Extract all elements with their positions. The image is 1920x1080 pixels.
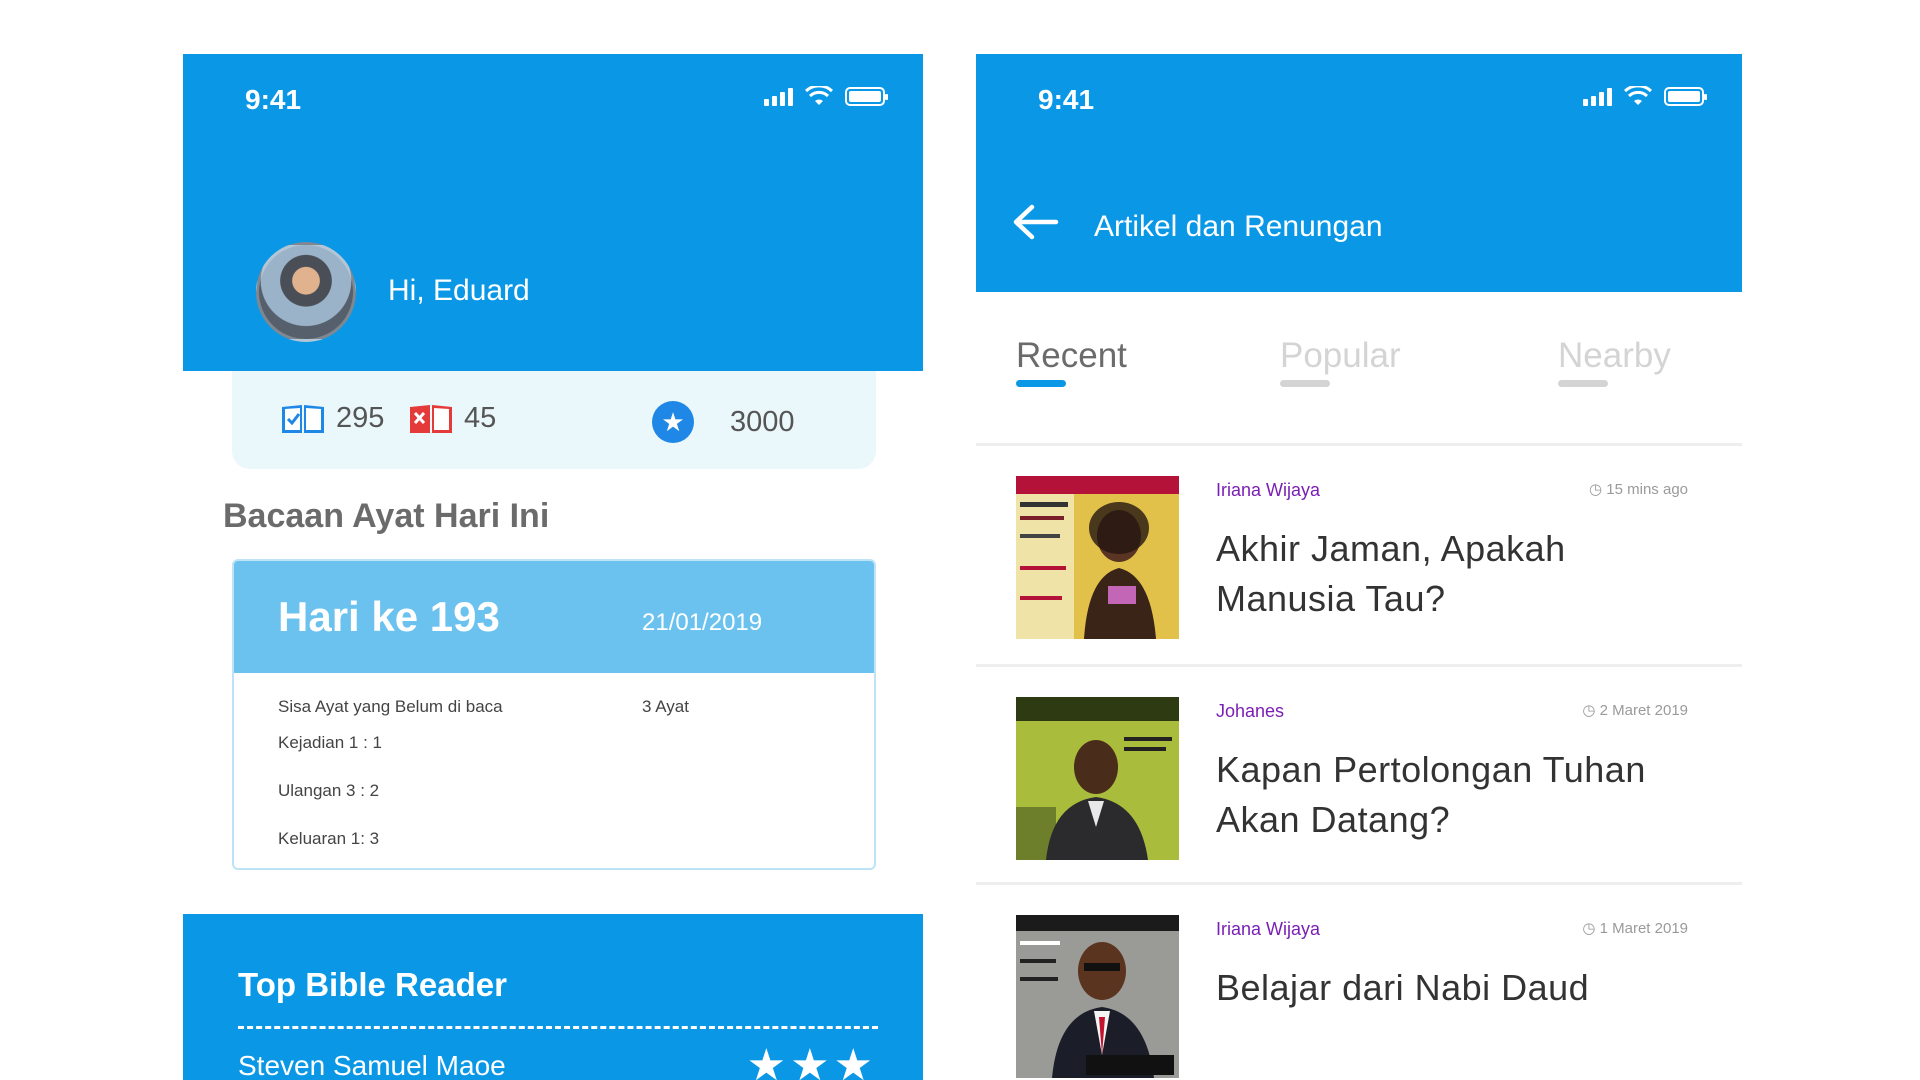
signal-icon bbox=[764, 86, 793, 106]
verse-item[interactable]: Keluaran 1: 3 bbox=[278, 829, 379, 849]
home-screen: 9:41 Hi, Eduard 295 45 ★ 3000 Bacaan Aya… bbox=[183, 54, 923, 1080]
book-x-icon bbox=[408, 401, 454, 435]
read-count: 295 bbox=[336, 401, 385, 434]
unread-stat[interactable]: 45 bbox=[408, 401, 496, 435]
articles-header: 9:41 Artikel dan Renungan bbox=[976, 54, 1742, 292]
rating-stars: ★★★ bbox=[746, 1041, 877, 1080]
magazine-biblestudy-cover-icon bbox=[1016, 697, 1179, 860]
top-reader-title: Top Bible Reader bbox=[238, 966, 507, 1003]
back-arrow-icon[interactable] bbox=[1010, 202, 1060, 242]
verse-item[interactable]: Ulangan 3 : 2 bbox=[278, 781, 379, 801]
page-title: Artikel dan Renungan bbox=[1094, 210, 1383, 243]
day-date: 21/01/2019 bbox=[642, 609, 763, 636]
reader-name[interactable]: Steven Samuel Maoe bbox=[238, 1050, 506, 1080]
tab-popular[interactable]: Popular bbox=[1280, 336, 1401, 376]
signal-icon bbox=[1583, 86, 1612, 106]
dashed-divider bbox=[238, 1026, 878, 1029]
article-title[interactable]: Akhir Jaman, Apakah Manusia Tau? bbox=[1216, 524, 1676, 624]
battery-icon bbox=[845, 87, 888, 106]
greeting: Hi, Eduard bbox=[388, 274, 530, 307]
section-title: Bacaan Ayat Hari Ini bbox=[223, 497, 550, 535]
tab-recent[interactable]: Recent bbox=[1016, 336, 1127, 376]
unread-count: 45 bbox=[464, 401, 497, 434]
remaining-value: 3 Ayat bbox=[642, 697, 689, 716]
top-reader-panel: Top Bible Reader Steven Samuel Maoe ★★★ bbox=[183, 914, 923, 1080]
status-time: 9:41 bbox=[245, 84, 302, 115]
status-time: 9:41 bbox=[1038, 84, 1095, 115]
book-check-icon bbox=[280, 401, 326, 435]
article-author[interactable]: Iriana Wijaya bbox=[1216, 480, 1320, 501]
stats-bar: 295 45 ★ 3000 bbox=[232, 371, 876, 469]
battery-icon bbox=[1664, 87, 1707, 106]
magazine-woman-cover-icon bbox=[1016, 476, 1179, 639]
wifi-icon bbox=[1624, 86, 1652, 105]
status-bar: 9:41 bbox=[183, 54, 923, 144]
home-header: 9:41 Hi, Eduard bbox=[183, 54, 923, 371]
article-item[interactable]: Iriana Wijaya ◷ 1 Maret 2019 Belajar dar… bbox=[976, 885, 1742, 1080]
article-time: ◷ 15 mins ago bbox=[1589, 481, 1688, 498]
article-time: ◷ 1 Maret 2019 bbox=[1582, 920, 1688, 937]
tab-indicator bbox=[1558, 380, 1608, 387]
article-time: ◷ 2 Maret 2019 bbox=[1582, 702, 1688, 719]
articles-screen: 9:41 Artikel dan Renungan Recent Popular… bbox=[976, 54, 1742, 1080]
article-item[interactable]: Johanes ◷ 2 Maret 2019 Kapan Pertolongan… bbox=[976, 667, 1742, 885]
points-value: 3000 bbox=[730, 405, 795, 438]
avatar[interactable] bbox=[256, 242, 356, 342]
day-title: Hari ke 193 bbox=[278, 593, 500, 640]
status-bar: 9:41 bbox=[976, 54, 1742, 144]
clock-icon: ◷ bbox=[1589, 481, 1607, 498]
star-icon: ★ bbox=[652, 401, 694, 443]
wifi-icon bbox=[805, 86, 833, 105]
tab-indicator bbox=[1280, 380, 1330, 387]
verse-item[interactable]: Kejadian 1 : 1 bbox=[278, 733, 382, 753]
daily-reading-card[interactable]: Hari ke 193 21/01/2019 Sisa Ayat yang Be… bbox=[232, 559, 876, 870]
tab-nearby[interactable]: Nearby bbox=[1558, 336, 1671, 376]
article-title[interactable]: Kapan Pertolongan Tuhan Akan Datang? bbox=[1216, 745, 1676, 845]
article-author[interactable]: Iriana Wijaya bbox=[1216, 919, 1320, 940]
read-stat[interactable]: 295 bbox=[280, 401, 384, 435]
article-title[interactable]: Belajar dari Nabi Daud bbox=[1216, 963, 1676, 1013]
article-author[interactable]: Johanes bbox=[1216, 701, 1284, 722]
tab-indicator-active bbox=[1016, 380, 1066, 387]
article-item[interactable]: Iriana Wijaya ◷ 15 mins ago Akhir Jaman,… bbox=[976, 446, 1742, 664]
remaining-label: Sisa Ayat yang Belum di baca bbox=[278, 697, 503, 716]
clock-icon: ◷ bbox=[1582, 920, 1600, 937]
clock-icon: ◷ bbox=[1582, 702, 1600, 719]
magazine-bishop-cover-icon bbox=[1016, 915, 1179, 1078]
points-stat[interactable]: ★ 3000 bbox=[652, 401, 795, 443]
